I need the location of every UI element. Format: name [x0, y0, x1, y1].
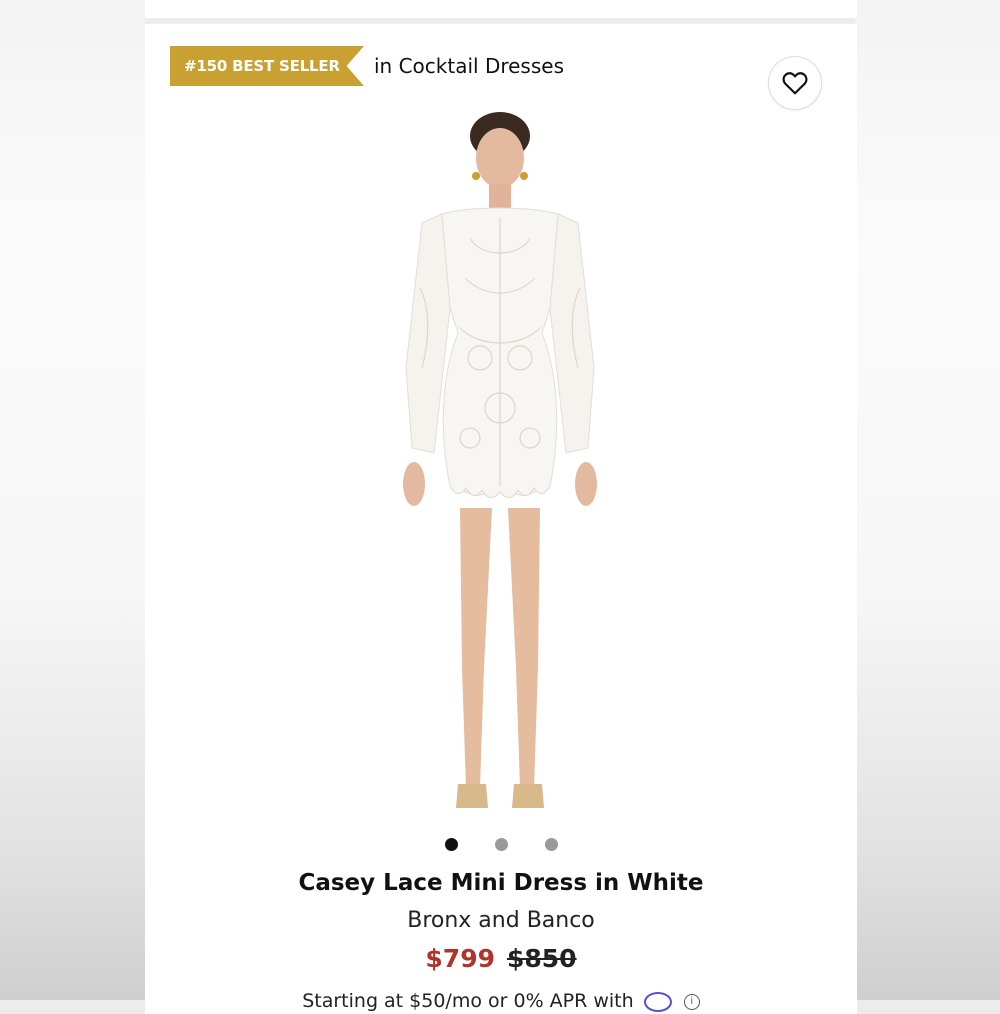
- original-price: $850: [507, 944, 577, 973]
- product-image[interactable]: [400, 108, 600, 828]
- product-card: #150 BEST SELLER in Cocktail Dresses Cas…: [145, 24, 857, 1014]
- heart-icon: [782, 72, 808, 95]
- background-right: [855, 0, 1000, 1000]
- price-row: $799 $850: [145, 944, 857, 973]
- financing-line: Starting at $50/mo or 0% APR with i: [145, 990, 857, 1012]
- info-icon[interactable]: i: [683, 993, 700, 1010]
- product-title: Casey Lace Mini Dress in White: [298, 870, 704, 896]
- sale-price: $799: [425, 944, 495, 973]
- financing-provider-logo: [643, 991, 672, 1012]
- background-left: [0, 0, 145, 1000]
- gallery-dot-3[interactable]: [544, 838, 558, 851]
- financing-text: Starting at $50/mo or 0% APR with: [302, 990, 634, 1012]
- best-seller-badge: #150 BEST SELLER: [170, 46, 364, 86]
- gallery-dot-2[interactable]: [494, 838, 508, 851]
- product-brand[interactable]: Bronx and Banco: [145, 908, 857, 933]
- previous-card-edge: [145, 0, 857, 19]
- favorite-button[interactable]: [768, 56, 822, 110]
- best-seller-category[interactable]: in Cocktail Dresses: [374, 53, 564, 79]
- gallery-dot-1[interactable]: [444, 838, 458, 851]
- gallery-pagination: [145, 838, 857, 852]
